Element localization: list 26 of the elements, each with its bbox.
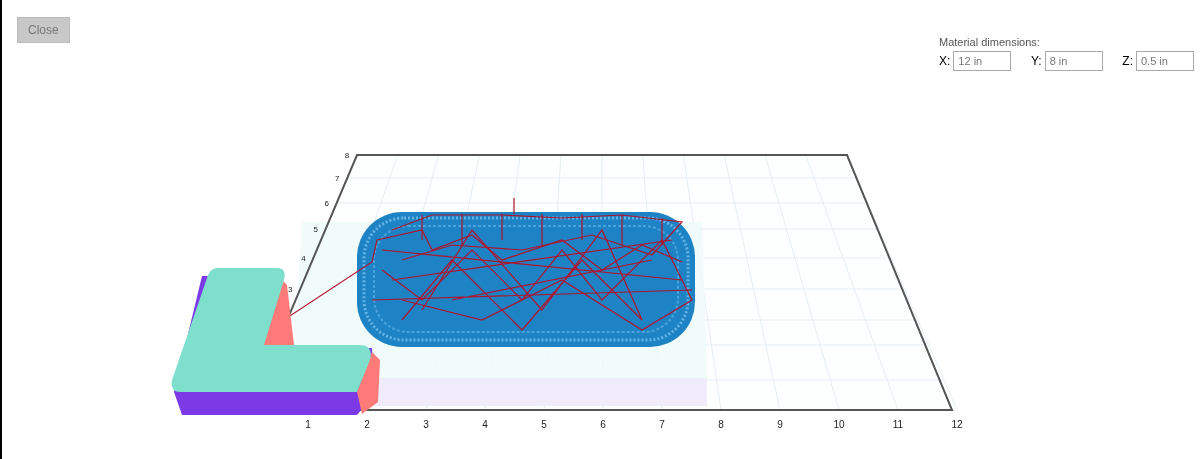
x-axis-tick-label: 1 — [305, 419, 311, 430]
x-axis-tick-label: 5 — [541, 419, 547, 430]
close-button[interactable]: Close — [17, 17, 70, 43]
dimension-label: Y: — [1031, 52, 1042, 70]
dimension-label: X: — [939, 52, 951, 70]
dimension-field[interactable]: 12 in — [953, 50, 1012, 71]
x-axis-tick-label: 3 — [423, 419, 429, 430]
x-axis-tick-label: 12 — [951, 419, 963, 430]
material-dimensions-title: Material dimensions: — [939, 35, 1041, 50]
x-axis-tick-label: 6 — [600, 419, 606, 430]
dimension-label: Z: — [1122, 52, 1133, 70]
x-axis-tick-label: 2 — [364, 419, 370, 430]
y-axis-tick-label: 6 — [324, 199, 329, 208]
dimension-field[interactable]: 0.5 in — [1136, 50, 1194, 71]
x-axis-tick-label: 11 — [892, 419, 904, 430]
y-axis-tick-label: 5 — [313, 225, 318, 234]
y-axis-tick-label: 8 — [344, 151, 350, 160]
dimension-field[interactable]: 8 in — [1044, 50, 1103, 71]
y-axis-tick-label: 3 — [288, 285, 293, 294]
x-axis-tick-label: 8 — [718, 419, 724, 430]
x-axis-tick-label: 9 — [777, 419, 783, 430]
x-axis-tick-label: 7 — [659, 419, 665, 430]
x-axis-tick-label: 4 — [482, 419, 488, 430]
y-axis-tick-label: 7 — [335, 174, 340, 183]
y-axis-tick-label: 4 — [301, 254, 306, 263]
x-axis-tick-label: 10 — [833, 419, 845, 430]
